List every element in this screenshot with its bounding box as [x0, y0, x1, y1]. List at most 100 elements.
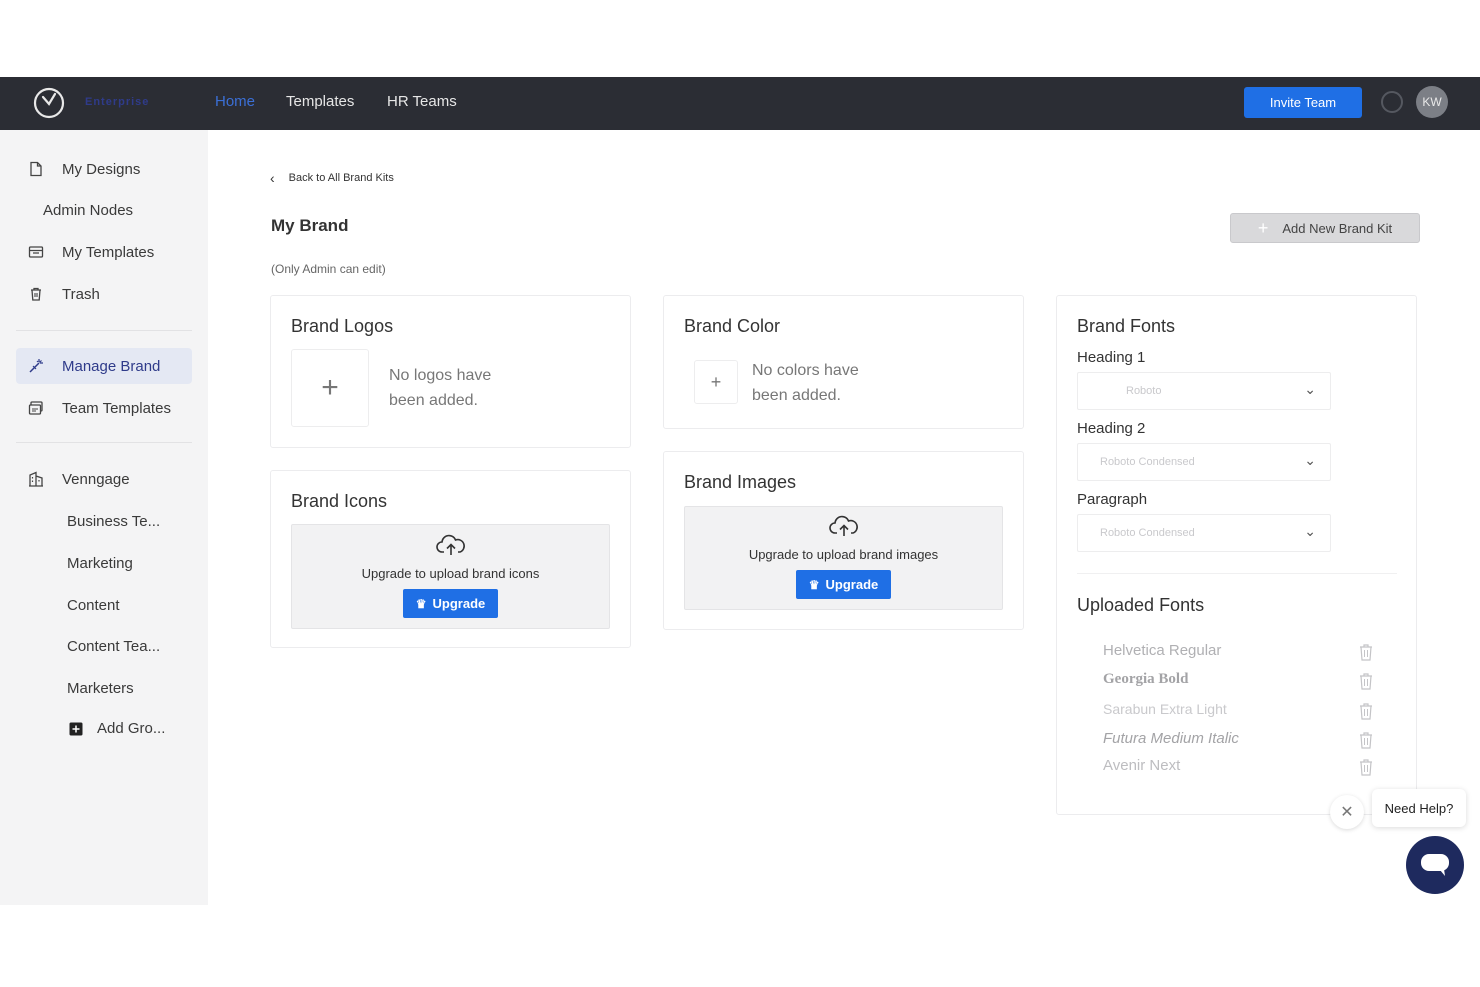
icons-upgrade-button[interactable]: ♛ Upgrade	[403, 589, 498, 618]
uploaded-font-name: Avenir Next	[1103, 757, 1181, 774]
brand-icons-upload-area: Upgrade to upload brand icons ♛ Upgrade	[291, 524, 610, 629]
brand-images-upload-area: Upgrade to upload brand images ♛ Upgrade	[684, 506, 1003, 610]
sidebar-item-trash[interactable]: Trash	[16, 276, 192, 312]
chevron-down-icon: ⌄	[1304, 452, 1316, 468]
trash-icon[interactable]	[1359, 731, 1373, 749]
brand-images-title: Brand Images	[684, 472, 797, 492]
uploaded-font-row: Futura Medium Italic	[1103, 730, 1393, 752]
icons-upload-text: Upgrade to upload brand icons	[361, 566, 540, 581]
top-navigation: Enterprise Home Templates HR Teams Invit…	[0, 77, 1480, 130]
cloud-upload-icon	[829, 515, 858, 536]
heading1-label: Heading 1	[1077, 349, 1146, 366]
uploaded-font-row: Georgia Bold	[1103, 671, 1393, 693]
nav-hr-teams[interactable]: HR Teams	[387, 93, 457, 110]
images-upload-text: Upgrade to upload brand images	[748, 547, 939, 562]
heading1-font-select[interactable]: Roboto ⌄	[1077, 372, 1331, 410]
enterprise-badge: Enterprise	[85, 96, 150, 108]
invite-team-button[interactable]: Invite Team	[1244, 87, 1362, 118]
paragraph-font-value: Roboto Condensed	[1100, 527, 1195, 539]
sidebar-item-admin-nodes[interactable]: Admin Nodes	[43, 202, 133, 219]
brand-fonts-title: Brand Fonts	[1077, 316, 1176, 336]
avatar[interactable]: KW	[1416, 86, 1448, 118]
brand-logos-title: Brand Logos	[291, 316, 394, 336]
brand-color-title: Brand Color	[684, 316, 781, 336]
uploaded-font-name: Helvetica Regular	[1103, 642, 1222, 659]
chat-button[interactable]	[1406, 836, 1464, 894]
add-square-icon	[69, 722, 83, 735]
paragraph-label: Paragraph	[1077, 491, 1148, 508]
magic-wand-icon	[29, 359, 43, 373]
brand-icons-title: Brand Icons	[291, 491, 388, 511]
sidebar-item-my-designs[interactable]: My Designs	[16, 151, 192, 187]
add-group-label: Add Gro...	[97, 720, 166, 737]
add-group-button[interactable]: Add Gro...	[69, 720, 165, 737]
close-icon: ✕	[1340, 804, 1354, 821]
sidebar-group-item[interactable]: Content Tea...	[67, 638, 160, 655]
page-title: My Brand	[271, 216, 349, 235]
sidebar-item-label: Venngage	[62, 470, 130, 488]
plus-icon: +	[710, 371, 722, 392]
chevron-left-icon: ‹	[270, 170, 275, 186]
app-window: Enterprise Home Templates HR Teams Invit…	[0, 77, 1480, 905]
back-link-label: Back to All Brand Kits	[288, 172, 394, 184]
template-icon	[28, 246, 44, 258]
add-logo-button[interactable]: +	[291, 349, 369, 427]
trash-icon[interactable]	[1359, 702, 1373, 720]
cloud-upload-icon	[436, 534, 465, 555]
sidebar-item-venngage[interactable]: Venngage	[16, 461, 192, 497]
chevron-down-icon: ⌄	[1304, 523, 1316, 539]
images-upgrade-button[interactable]: ♛ Upgrade	[796, 570, 891, 599]
brand-images-card: Brand Images Upgrade to upload brand ima…	[663, 451, 1024, 630]
sidebar-item-team-templates[interactable]: Team Templates	[16, 390, 192, 426]
uploaded-font-name: Georgia Bold	[1103, 671, 1189, 687]
venngage-logo-icon[interactable]	[32, 86, 66, 120]
sidebar-group-item[interactable]: Marketers	[67, 680, 134, 697]
sidebar-item-label: Manage Brand	[62, 357, 161, 375]
uploaded-fonts-title: Uploaded Fonts	[1077, 595, 1205, 615]
colors-empty-text: No colors have been added.	[752, 362, 859, 404]
sidebar-group-item[interactable]: Marketing	[67, 555, 133, 572]
trash-icon[interactable]	[1359, 672, 1373, 690]
add-kit-label: Add New Brand Kit	[1282, 220, 1393, 236]
building-icon	[29, 471, 43, 487]
fonts-divider	[1077, 573, 1397, 574]
sidebar-item-label: Team Templates	[62, 399, 171, 417]
brand-logos-card: Brand Logos + No logos have been added.	[270, 295, 631, 448]
chevron-down-icon: ⌄	[1304, 381, 1316, 397]
heading1-font-value: Roboto	[1126, 385, 1162, 397]
sidebar-item-my-templates[interactable]: My Templates	[16, 234, 192, 270]
nav-templates[interactable]: Templates	[286, 93, 354, 110]
brand-icons-card: Brand Icons Upgrade to upload brand icon…	[270, 470, 631, 648]
trash-icon[interactable]	[1359, 643, 1373, 661]
plus-icon: +	[321, 371, 339, 404]
sidebar-item-label: My Templates	[62, 243, 155, 261]
main-content: ‹ Back to All Brand Kits My Brand (Only …	[208, 130, 1480, 905]
add-color-button[interactable]: +	[694, 360, 738, 404]
nav-home[interactable]: Home	[215, 93, 255, 110]
uploaded-font-row: Sarabun Extra Light	[1103, 701, 1393, 723]
heading2-font-select[interactable]: Roboto Condensed ⌄	[1077, 443, 1331, 481]
add-new-brand-kit-button[interactable]: + Add New Brand Kit	[1230, 213, 1420, 243]
trash-icon	[31, 287, 41, 301]
brand-color-card: Brand Color + No colors have been added.	[663, 295, 1024, 429]
uploaded-font-row: Avenir Next	[1103, 757, 1393, 779]
trash-icon[interactable]	[1359, 758, 1373, 776]
sidebar-group-item[interactable]: Content	[67, 597, 120, 614]
team-template-icon	[28, 401, 43, 415]
sidebar-divider	[16, 330, 192, 331]
sidebar-item-manage-brand[interactable]: Manage Brand	[16, 348, 192, 384]
need-help-bubble[interactable]: Need Help?	[1372, 789, 1466, 827]
sidebar: My Designs Admin Nodes My Templates Tras…	[0, 130, 208, 905]
sidebar-item-label: My Designs	[62, 160, 141, 178]
paragraph-font-select[interactable]: Roboto Condensed ⌄	[1077, 514, 1331, 552]
sidebar-divider	[16, 442, 192, 443]
plus-icon: +	[1257, 217, 1269, 238]
upgrade-label: Upgrade	[432, 596, 486, 611]
heading2-label: Heading 2	[1077, 420, 1146, 437]
close-help-button[interactable]: ✕	[1330, 795, 1364, 829]
sidebar-group-item[interactable]: Business Te...	[67, 513, 160, 530]
document-icon	[30, 161, 42, 177]
notification-icon[interactable]	[1381, 91, 1403, 113]
uploaded-font-name: Sarabun Extra Light	[1103, 701, 1227, 717]
back-to-brand-kits-link[interactable]: ‹ Back to All Brand Kits	[270, 170, 394, 186]
